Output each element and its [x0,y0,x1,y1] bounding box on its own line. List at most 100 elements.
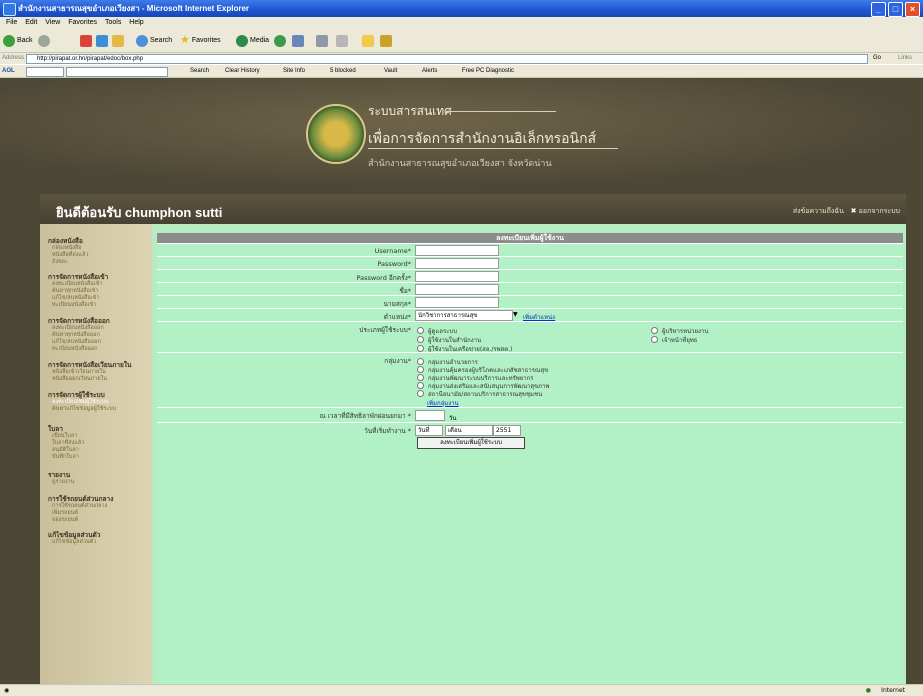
leave-days-label: ณ เวลาที่มีสิทธิลาพักผ่อนยกมา * [319,412,411,420]
stop-button[interactable] [80,33,92,48]
clear-history-button[interactable]: Clear History [225,65,260,77]
site-info-button[interactable]: Site Info [283,65,305,77]
minimize-button[interactable]: _ [871,2,886,17]
messenger-button[interactable] [380,33,392,48]
aol-search-button[interactable]: Search [190,65,209,77]
sidebar-item[interactable]: ทะเบียนหนังสือออก [52,345,98,353]
window-title: สำนักงานสาธารณสุขอำเภอเวียงสา - Microsof… [18,4,250,13]
zone-label: Internet [881,687,905,694]
sidebar-item[interactable]: แก้ไขข้อมูลส่วนตัว [52,538,96,546]
mail-button[interactable] [292,33,304,48]
home-icon [112,34,124,47]
forward-arrow-icon [38,34,50,47]
aol-toolbar: AOL Search Clear History Site Info 5 blo… [0,65,923,78]
favorites-button[interactable]: ★ Favorites [180,33,221,48]
address-input[interactable]: http://pirapat.or.hn/pirapat/edoc/box.ph… [26,54,868,64]
last-name-input[interactable] [415,297,499,308]
aol-query-input[interactable] [66,67,168,77]
forward-button[interactable] [38,33,50,48]
logout-link[interactable]: ออกจากระบบ [859,207,900,215]
search-icon [136,34,148,47]
refresh-button[interactable] [96,33,108,48]
banner-line3: สำนักงานสาธารณสุขอำเภอเวียงสา จังหวัดน่า… [368,159,552,169]
username-input[interactable] [415,245,499,256]
free-pc-button[interactable]: Free PC Diagnostic [462,65,514,77]
day-select[interactable]: วันที่ [415,425,443,436]
ie-status-icon: ◉ [4,687,10,694]
month-select[interactable]: เดือน [445,425,493,436]
sidebar-item[interactable]: ดูรายงาน [52,478,74,486]
position-select[interactable]: นักวิชาการสาธารณสุข [415,310,513,321]
search-button[interactable]: Search [136,33,172,48]
globe-icon: ● [865,687,871,694]
folder-button[interactable] [362,33,374,48]
menu-file[interactable]: File [6,19,17,26]
history-icon [274,34,286,47]
form-row: ณ เวลาที่มีสิทธิลาพักผ่อนยกมา * วัน [157,407,903,422]
welcome-text: ยินดีต้อนรับ chumphon sutti [56,205,223,220]
user-type-radio[interactable]: เจ้าหน้าที่ยุทธ [651,335,697,345]
address-bar: Address http://pirapat.or.hn/pirapat/edo… [0,53,923,64]
print-icon [316,34,328,47]
sidebar-item[interactable]: ทะเบียนหนังสือเข้า [52,301,96,309]
menu-favorites[interactable]: Favorites [68,19,97,26]
browser-toolbar: Back Search ★ Favorites Media [0,29,923,53]
menu-edit[interactable]: Edit [25,19,37,26]
banner-divider [446,111,556,112]
form-row: ประเภทผู้ใช้ระบบ* ผู้ดูแลระบบ ผู้ใช้งานใ… [157,321,903,353]
chevron-down-icon: ▼ [513,311,518,318]
first-name-input[interactable] [415,284,499,295]
form-row: Password อีกครั้ง* [157,269,903,282]
banner-divider-2 [368,148,618,149]
sidebar-item[interactable]: บันทึกใบลา [52,453,79,461]
inbox-link[interactable]: ส่งข้อความถึงฉัน [793,207,844,215]
alerts-button[interactable]: Alerts [422,65,437,77]
go-button[interactable]: Go [873,53,881,64]
username-label: Username* [374,247,411,255]
sidebar-item[interactable]: หนังสือออกเวียนภายใน [52,375,107,383]
folder-icon [362,34,374,47]
form-row: วันที่เริ่มทำงาน * วันที่ เดือน 2551 [157,422,903,437]
aol-logo: AOL [2,68,15,74]
home-button[interactable] [112,33,124,48]
maximize-button[interactable]: □ [888,2,903,17]
password-input[interactable] [415,258,499,269]
banner-line2: เพื่อการจัดการสำนักงานอิเล็กทรอนิกส์ [368,131,597,147]
print-button[interactable] [316,33,328,48]
edit-icon [336,34,348,47]
edit-button[interactable] [336,33,348,48]
web-page: ระบบสารสนเทศ เพื่อการจัดการสำนักงานอิเล็… [0,78,923,684]
menu-help[interactable]: Help [129,19,143,26]
menu-tools[interactable]: Tools [105,19,121,26]
registration-form: ลงทะเบียนเพิ่มผู้ใช้งาน Username* Passwo… [157,233,903,684]
register-user-button[interactable]: ลงทะเบียนเพิ่มผู้ใช้ระบบ [417,437,525,449]
leave-days-input[interactable] [415,410,445,421]
back-button[interactable]: Back [3,33,33,48]
form-row: Username* [157,243,903,256]
blocked-button[interactable]: 5 blocked [330,65,356,77]
form-row: ตำแหน่ง* นักวิชาการสาธารณสุข ▼ เพิ่มตำแห… [157,308,903,321]
year-input[interactable]: 2551 [493,425,521,436]
form-row: นามสกุล* [157,295,903,308]
form-row: Password* [157,256,903,269]
ministry-seal-icon [306,104,366,164]
refresh-icon [96,34,108,47]
history-button[interactable] [274,33,286,48]
form-row: กลุ่มงาน* กลุ่มงานอำนวยการ กลุ่มงานคุ้มค… [157,352,903,407]
sidebar-item[interactable]: ถังขยะ [52,258,68,266]
close-button[interactable]: × [905,2,920,17]
password-label: Password* [377,260,411,268]
vault-button[interactable]: Vault [384,65,397,77]
messenger-icon [380,34,392,47]
password-confirm-input[interactable] [415,271,499,282]
aol-search-box[interactable] [26,67,64,77]
media-button[interactable]: Media [236,33,269,48]
banner-line1: ระบบสารสนเทศ [368,104,452,118]
sidebar-item[interactable]: ค้นหาแก้ไขข้อมูลผู้ใช้ระบบ [52,405,116,413]
status-bar: ◉ Internet ● [0,684,923,696]
sidebar-item[interactable]: จองรถยนต์ [52,516,78,524]
menu-view[interactable]: View [45,19,60,26]
site-banner: ระบบสารสนเทศ เพื่อการจัดการสำนักงานอิเล็… [0,78,923,188]
links-label[interactable]: Links [898,53,912,64]
stop-icon [80,34,92,47]
